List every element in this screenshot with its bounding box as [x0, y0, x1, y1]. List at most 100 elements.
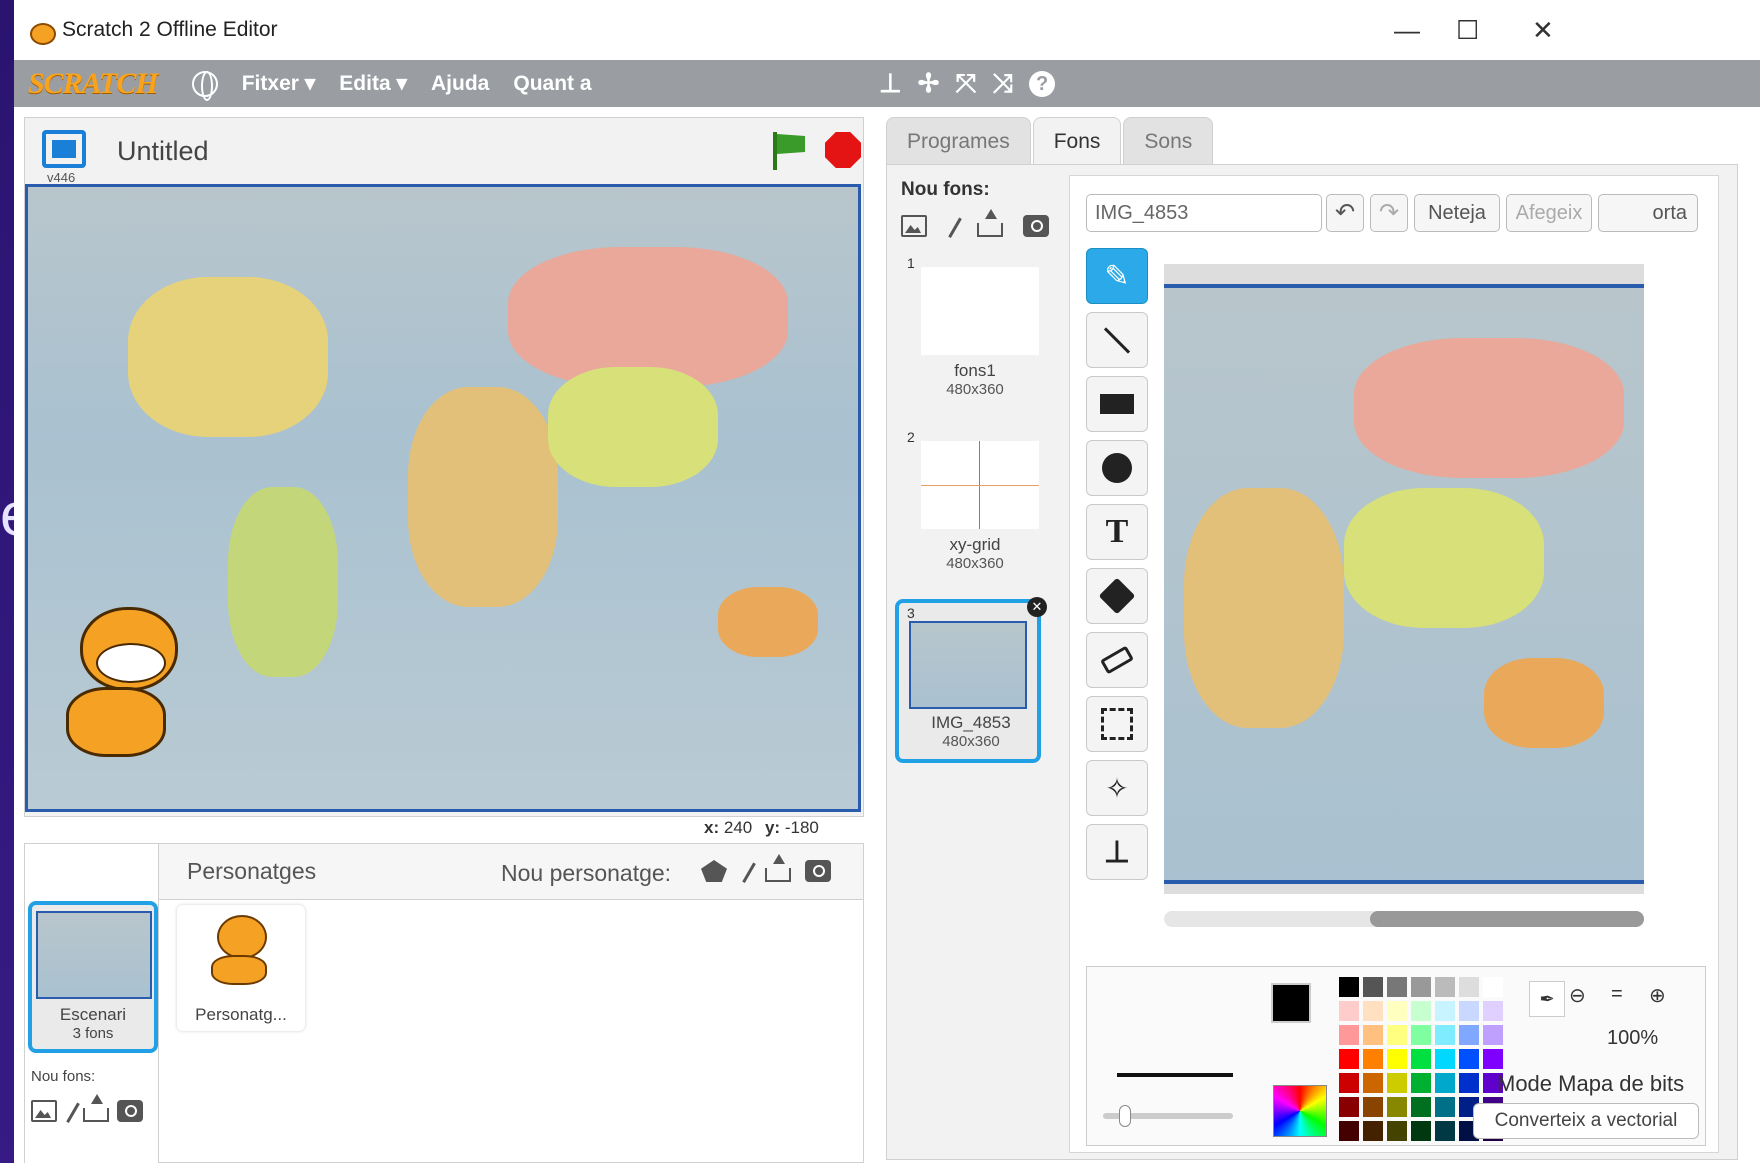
- color-swatch[interactable]: [1387, 1049, 1407, 1069]
- close-button[interactable]: ✕: [1532, 0, 1554, 60]
- tab-backdrops[interactable]: Fons: [1032, 117, 1122, 165]
- menu-about[interactable]: Quant a: [513, 72, 591, 96]
- color-swatch[interactable]: [1411, 1049, 1431, 1069]
- upload-file-icon[interactable]: [977, 209, 1003, 237]
- globe-icon[interactable]: [191, 70, 218, 101]
- color-swatch[interactable]: [1435, 1025, 1455, 1045]
- grow-icon[interactable]: ⤧: [955, 68, 976, 100]
- color-swatch[interactable]: [1411, 1121, 1431, 1141]
- add-button[interactable]: Afegeix: [1506, 194, 1592, 232]
- color-swatch[interactable]: [1363, 1025, 1383, 1045]
- costume-name-input[interactable]: [1086, 194, 1322, 232]
- scratch-logo[interactable]: SCRATCH: [28, 67, 159, 101]
- eraser-tool-icon[interactable]: [1086, 632, 1148, 688]
- line-tool-icon[interactable]: [1086, 312, 1148, 368]
- color-swatch[interactable]: [1339, 1073, 1359, 1093]
- camera-icon[interactable]: [805, 860, 831, 882]
- color-swatch[interactable]: [1387, 1097, 1407, 1117]
- color-swatch[interactable]: [1387, 977, 1407, 997]
- menu-edit[interactable]: Edita ▾: [339, 71, 407, 96]
- magic-select-icon[interactable]: ✧: [1086, 760, 1148, 816]
- color-swatch[interactable]: [1483, 1025, 1503, 1045]
- undo-icon[interactable]: ↶: [1326, 194, 1364, 232]
- rectangle-tool-icon[interactable]: [1086, 376, 1148, 432]
- green-flag-icon[interactable]: [769, 132, 807, 170]
- color-swatch[interactable]: [1411, 1025, 1431, 1045]
- library-icon[interactable]: [901, 215, 927, 237]
- ellipse-tool-icon[interactable]: [1086, 440, 1148, 496]
- color-swatch[interactable]: [1339, 977, 1359, 997]
- minimize-button[interactable]: —: [1394, 0, 1420, 60]
- paint-canvas[interactable]: [1164, 264, 1644, 894]
- upload-backdrop-icon[interactable]: [83, 1094, 109, 1122]
- color-swatch[interactable]: [1363, 977, 1383, 997]
- camera-backdrop-icon[interactable]: [117, 1100, 143, 1122]
- backdrop-item[interactable]: 1 fons1 480x360: [899, 255, 1039, 411]
- paint-backdrop-icon[interactable]: [60, 1098, 80, 1124]
- delete-backdrop-icon[interactable]: ✕: [1027, 597, 1047, 617]
- color-swatch[interactable]: [1483, 1001, 1503, 1021]
- color-swatch[interactable]: [1483, 1049, 1503, 1069]
- color-swatch[interactable]: [1339, 1097, 1359, 1117]
- stamp-icon[interactable]: ⊥: [879, 68, 902, 99]
- sprite-tile[interactable]: Personatg...: [177, 905, 305, 1031]
- color-swatch[interactable]: [1339, 1025, 1359, 1045]
- color-picker[interactable]: [1273, 1085, 1327, 1137]
- color-swatch[interactable]: [1387, 1121, 1407, 1141]
- color-swatch[interactable]: [1387, 1001, 1407, 1021]
- backdrop-library-icon[interactable]: [31, 1100, 57, 1122]
- color-swatch[interactable]: [1435, 1001, 1455, 1021]
- redo-icon[interactable]: ↷: [1370, 194, 1408, 232]
- color-swatch[interactable]: [1363, 1049, 1383, 1069]
- maximize-button[interactable]: ☐: [1456, 0, 1479, 60]
- upload-icon[interactable]: [765, 854, 791, 882]
- stage-canvas[interactable]: [25, 184, 861, 812]
- fullscreen-icon[interactable]: [42, 130, 86, 168]
- color-swatch[interactable]: [1363, 1097, 1383, 1117]
- cut-icon[interactable]: ✢: [918, 68, 940, 99]
- color-swatch[interactable]: [1435, 1049, 1455, 1069]
- canvas-scrollbar[interactable]: [1164, 911, 1644, 927]
- fill-tool-icon[interactable]: [1086, 568, 1148, 624]
- tab-sounds[interactable]: Sons: [1123, 117, 1214, 165]
- color-swatch[interactable]: [1435, 1097, 1455, 1117]
- color-swatch[interactable]: [1435, 977, 1455, 997]
- eyedropper-icon[interactable]: ✒: [1529, 981, 1565, 1017]
- color-swatch[interactable]: [1363, 1121, 1383, 1141]
- zoom-in-icon[interactable]: ⊕: [1649, 983, 1666, 1008]
- backdrop-item[interactable]: 2 xy-grid 480x360: [899, 429, 1039, 585]
- convert-to-vector-button[interactable]: Converteix a vectorial: [1473, 1103, 1699, 1139]
- color-swatch[interactable]: [1411, 1073, 1431, 1093]
- color-swatch[interactable]: [1339, 1121, 1359, 1141]
- import-button[interactable]: orta: [1598, 194, 1698, 232]
- color-swatch[interactable]: [1435, 1073, 1455, 1093]
- color-swatch[interactable]: [1339, 1001, 1359, 1021]
- paint-brush-icon[interactable]: [736, 858, 756, 884]
- help-icon[interactable]: ?: [1029, 70, 1056, 97]
- color-swatch[interactable]: [1411, 977, 1431, 997]
- clear-button[interactable]: Neteja: [1414, 194, 1500, 232]
- color-swatch[interactable]: [1387, 1025, 1407, 1045]
- text-tool-icon[interactable]: T: [1086, 504, 1148, 560]
- backdrop-item-selected[interactable]: 3 IMG_4853 480x360 ✕: [895, 597, 1047, 763]
- color-swatch[interactable]: [1363, 1073, 1383, 1093]
- color-swatch[interactable]: [1459, 1073, 1479, 1093]
- line-width-slider[interactable]: [1103, 1105, 1233, 1127]
- shrink-icon[interactable]: ⤨: [992, 68, 1013, 100]
- project-name[interactable]: Untitled: [117, 136, 209, 167]
- stamp-tool-icon[interactable]: ⊥: [1086, 824, 1148, 880]
- tab-scripts[interactable]: Programes: [886, 117, 1031, 165]
- color-swatch[interactable]: [1363, 1001, 1383, 1021]
- cat-sprite[interactable]: [46, 607, 196, 777]
- camera-capture-icon[interactable]: [1023, 215, 1049, 237]
- color-swatch[interactable]: [1459, 977, 1479, 997]
- scrollbar-thumb[interactable]: [1370, 911, 1644, 927]
- menu-file[interactable]: Fitxer ▾: [242, 71, 316, 96]
- primary-color[interactable]: [1271, 983, 1311, 1023]
- brush-tool-icon[interactable]: ✎: [1086, 248, 1148, 304]
- stage-tile[interactable]: Escenari 3 fons: [28, 901, 158, 1053]
- color-swatch[interactable]: [1459, 1025, 1479, 1045]
- sprite-library-icon[interactable]: [701, 860, 727, 882]
- color-swatch[interactable]: [1459, 1001, 1479, 1021]
- color-swatch[interactable]: [1339, 1049, 1359, 1069]
